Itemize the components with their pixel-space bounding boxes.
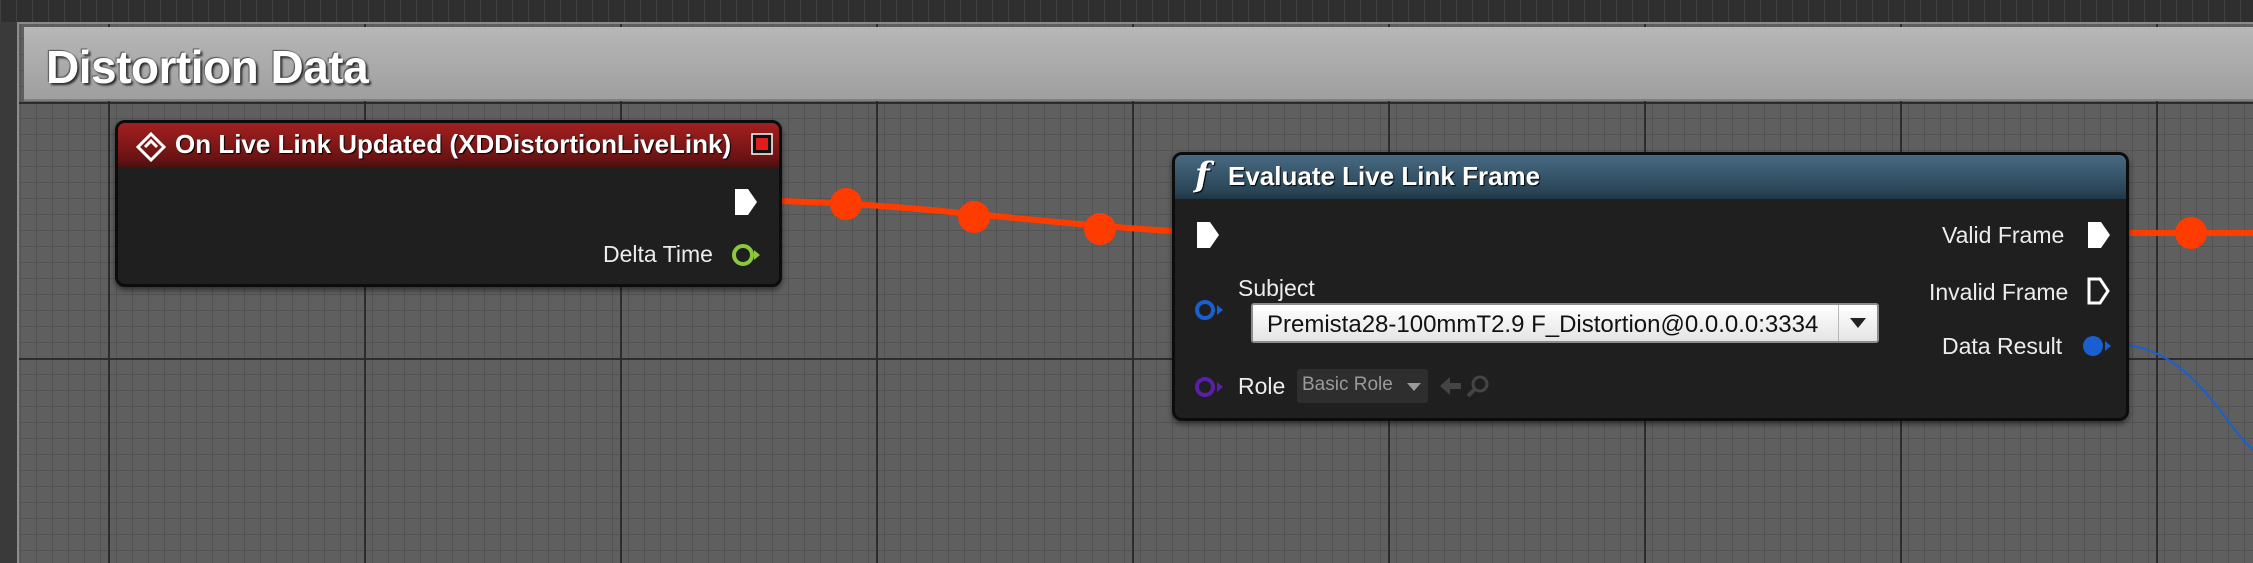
role-label: Role (1238, 373, 1286, 399)
struct-pin-icon[interactable] (2081, 333, 2113, 359)
subject-value: Premista28-100mmT2.9 F_Distortion@0.0.0.… (1267, 311, 1819, 338)
role-dropdown[interactable]: Basic Role (1297, 369, 1428, 403)
data-wire[interactable] (2111, 343, 2253, 451)
exec-pin-icon[interactable] (733, 187, 759, 217)
invalid-frame-label: Invalid Frame (1929, 279, 2069, 305)
exec-in-pin-icon[interactable] (1195, 220, 1221, 250)
data-result-label: Data Result (1942, 333, 2063, 359)
browse-arrow-icon[interactable] (1439, 375, 1463, 397)
subject-label: Subject (1238, 275, 1315, 301)
wire-reroute-dot[interactable] (830, 188, 862, 220)
dropdown-arrow-icon (1850, 318, 1866, 328)
blueprint-graph-canvas[interactable]: Distortion Data On Live Link Updated (XD… (0, 0, 2253, 563)
event-node[interactable]: On Live Link Updated (XDDistortionLiveLi… (115, 120, 782, 287)
event-diamond-icon (136, 132, 166, 162)
subject-dropdown[interactable]: Premista28-100mmT2.9 F_Distortion@0.0.0.… (1251, 303, 1879, 343)
wire-reroute-dot[interactable] (2175, 217, 2207, 249)
valid-frame-exec-pin-icon[interactable] (2086, 220, 2112, 250)
delta-time-label: Delta Time (603, 241, 713, 267)
evaluate-live-link-frame-node[interactable]: f Evaluate Live Link Frame Valid Frame I… (1172, 152, 2129, 421)
wire-reroute-dot[interactable] (1084, 213, 1116, 245)
dropdown-arrow-button[interactable] (1838, 305, 1877, 341)
event-node-title: On Live Link Updated (XDDistortionLiveLi… (175, 129, 732, 159)
event-node-header[interactable]: On Live Link Updated (XDDistortionLiveLi… (118, 123, 779, 167)
float-pin-icon[interactable] (731, 242, 761, 268)
dropdown-arrow-icon (1407, 383, 1421, 391)
function-node-header[interactable]: f Evaluate Live Link Frame (1175, 155, 2126, 199)
function-icon: f (1195, 155, 1210, 195)
valid-frame-label: Valid Frame (1942, 222, 2065, 248)
search-icon[interactable] (1466, 374, 1490, 398)
function-node-title: Evaluate Live Link Frame (1228, 161, 1541, 191)
node-close-icon[interactable] (751, 133, 773, 155)
role-value: Basic Role (1302, 374, 1393, 395)
subject-struct-pin-icon[interactable] (1193, 297, 1225, 323)
role-class-pin-icon[interactable] (1193, 374, 1225, 400)
invalid-frame-exec-pin-icon[interactable] (2086, 276, 2112, 306)
wire-reroute-dot[interactable] (958, 201, 990, 233)
